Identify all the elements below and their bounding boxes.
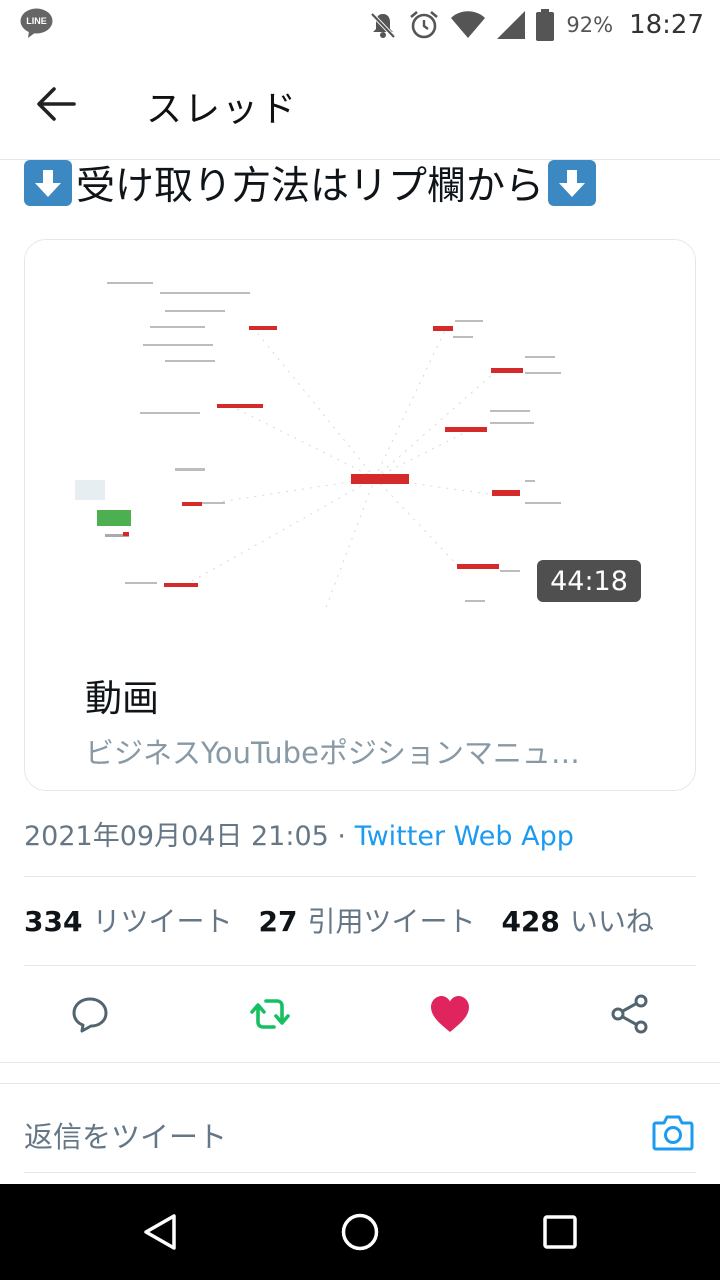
video-card[interactable]: 44:18 動画 ビジネスYouTubeポジションマニュ… bbox=[24, 239, 696, 791]
retweets-count: 334 bbox=[24, 905, 83, 938]
tweet-text: 受け取り方法はリプ欄から bbox=[24, 155, 704, 211]
reply-icon bbox=[72, 997, 108, 1033]
timestamp-separator: · bbox=[328, 821, 355, 852]
share-icon bbox=[611, 994, 648, 1034]
likes-count: 428 bbox=[501, 905, 560, 938]
video-duration-badge: 44:18 bbox=[537, 560, 641, 602]
tweet-body: 受け取り方法はリプ欄から bbox=[76, 164, 545, 209]
section-divider bbox=[0, 1062, 720, 1084]
divider bbox=[24, 965, 696, 966]
retweet-icon bbox=[250, 999, 290, 1029]
line-icon: LINE bbox=[20, 8, 53, 38]
battery-icon bbox=[536, 9, 555, 41]
like-button[interactable] bbox=[426, 990, 474, 1038]
down-arrow-emoji-icon bbox=[24, 160, 72, 206]
reply-button[interactable] bbox=[66, 990, 114, 1038]
heart-icon bbox=[431, 996, 469, 1032]
likes-label: いいね bbox=[569, 905, 654, 938]
quotes-stat[interactable]: 27 引用ツイート bbox=[258, 900, 475, 940]
reply-input[interactable]: 返信をツイート bbox=[24, 1114, 227, 1156]
retweet-button[interactable] bbox=[246, 990, 294, 1038]
tweet-timestamp[interactable]: 2021年09月04日 21:05 bbox=[24, 821, 329, 852]
nav-home-button[interactable] bbox=[336, 1208, 384, 1256]
status-bar: LINE 92% 18:27 bbox=[0, 0, 720, 50]
likes-stat[interactable]: 428 いいね bbox=[501, 900, 653, 940]
status-clock: 18:27 bbox=[629, 10, 704, 40]
system-nav-bar bbox=[0, 1184, 720, 1280]
arrow-left-icon[interactable] bbox=[34, 84, 78, 124]
card-title: 動画 bbox=[85, 677, 159, 720]
battery-percent: 92% bbox=[566, 13, 614, 37]
page-title: スレッド bbox=[146, 89, 299, 130]
card-description: ビジネスYouTubeポジションマニュ… bbox=[85, 736, 580, 770]
quotes-count: 27 bbox=[258, 905, 298, 938]
retweets-label: リツイート bbox=[92, 905, 233, 938]
signal-icon bbox=[497, 11, 526, 39]
wifi-icon bbox=[451, 11, 486, 38]
divider bbox=[24, 876, 696, 877]
quotes-label: 引用ツイート bbox=[307, 905, 476, 938]
svg-text:LINE: LINE bbox=[26, 16, 47, 26]
nav-back-button[interactable] bbox=[136, 1208, 184, 1256]
tweet-actions bbox=[24, 990, 696, 1040]
home-circle-icon bbox=[341, 1213, 379, 1251]
app-header: スレッド bbox=[0, 50, 720, 160]
tweet-stats: 334 リツイート 27 引用ツイート 428 いいね bbox=[24, 900, 654, 940]
alarm-icon bbox=[410, 11, 439, 39]
recents-square-icon bbox=[543, 1215, 577, 1249]
share-button[interactable] bbox=[606, 990, 654, 1038]
back-triangle-icon bbox=[144, 1214, 176, 1250]
reply-underline bbox=[24, 1172, 696, 1173]
status-icons: 92% 18:27 bbox=[368, 6, 704, 44]
source-link[interactable]: Twitter Web App bbox=[355, 821, 574, 852]
down-arrow-emoji-icon bbox=[548, 160, 597, 206]
camera-icon[interactable] bbox=[652, 1112, 694, 1152]
retweets-stat[interactable]: 334 リツイート bbox=[24, 900, 232, 940]
notifications-off-icon bbox=[370, 12, 396, 39]
reply-composer[interactable]: 返信をツイート bbox=[0, 1084, 720, 1184]
tweet-timestamp-row: 2021年09月04日 21:05 · Twitter Web App bbox=[24, 814, 574, 853]
nav-recents-button[interactable] bbox=[536, 1208, 584, 1256]
